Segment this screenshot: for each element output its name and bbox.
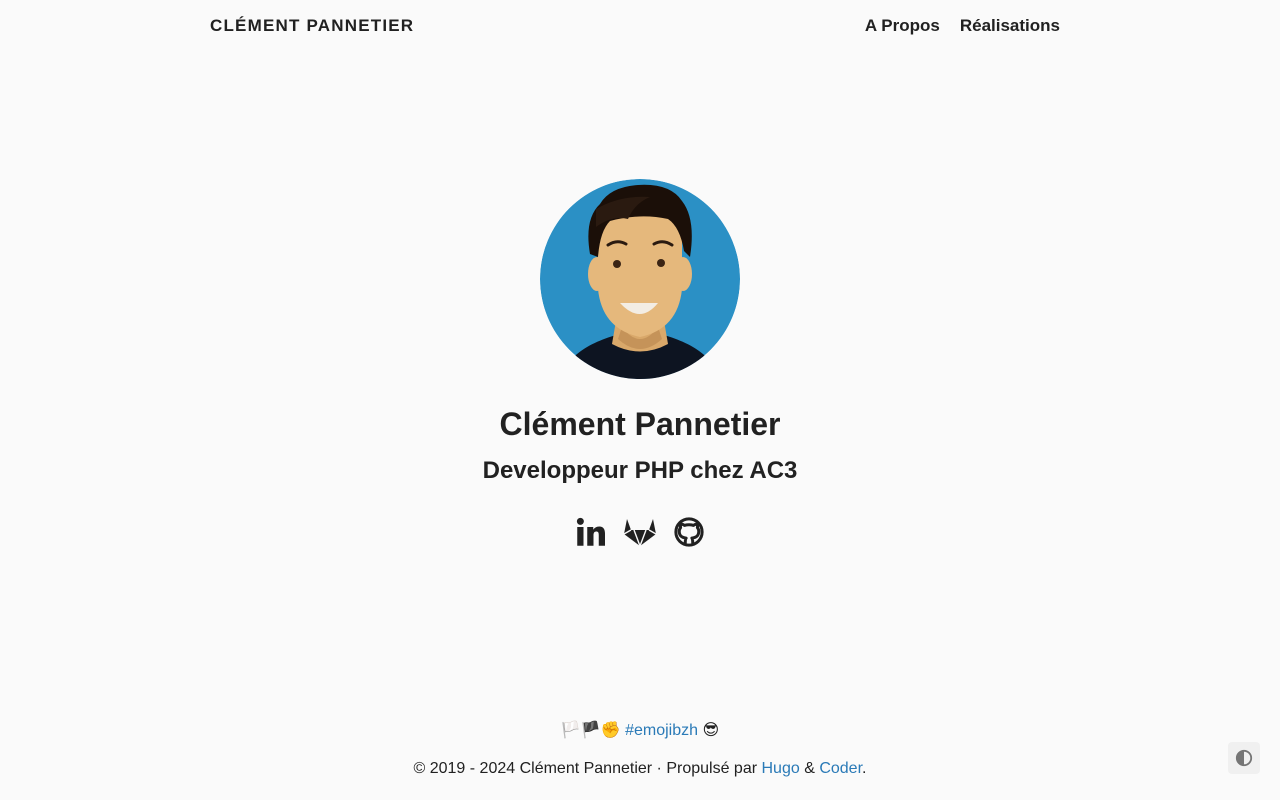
gitlab-link[interactable] [623, 515, 657, 549]
social-links [574, 514, 706, 550]
flags-emoji: 🏳️🏴✊ [560, 720, 621, 739]
theme-toggle-button[interactable] [1228, 742, 1260, 774]
site-brand-link[interactable]: CLÉMENT PANNETIER [210, 16, 414, 36]
emojibzh-link[interactable]: #emojibzh [625, 722, 698, 739]
copyright-text: © 2019 - 2024 Clément Pannetier · Propul… [413, 760, 758, 777]
footer-period: . [862, 760, 867, 777]
nav-link-realisations[interactable]: Réalisations [960, 16, 1060, 36]
nav-links: A Propos Réalisations [865, 16, 1060, 36]
github-icon [674, 517, 704, 547]
contrast-icon [1235, 749, 1253, 767]
gitlab-icon [623, 519, 657, 547]
avatar [540, 179, 740, 379]
sunglasses-emoji: 😎 [702, 720, 720, 739]
profile-name: Clément Pannetier [499, 406, 781, 442]
navbar: CLÉMENT PANNETIER A Propos Réalisations [0, 0, 1280, 54]
linkedin-link[interactable] [574, 515, 608, 549]
nav-link-a-propos[interactable]: A Propos [865, 16, 940, 36]
ampersand: & [804, 760, 815, 777]
coder-link[interactable]: Coder [819, 760, 862, 777]
footer-emoji-line: 🏳️🏴✊ #emojibzh 😎 [0, 720, 1280, 740]
linkedin-icon [576, 517, 605, 546]
github-link[interactable] [672, 515, 706, 549]
hugo-link[interactable]: Hugo [762, 760, 800, 777]
footer-copyright: © 2019 - 2024 Clément Pannetier · Propul… [0, 760, 1280, 778]
profile-tagline: Developpeur PHP chez AC3 [482, 457, 798, 484]
